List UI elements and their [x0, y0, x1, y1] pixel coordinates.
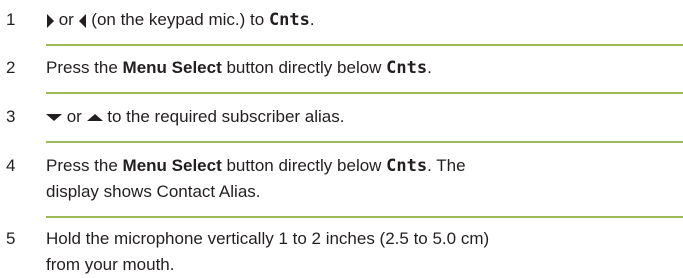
menu-select-label: Menu Select: [122, 58, 222, 77]
step-instruction: button directly below: [221, 58, 387, 77]
step-instruction: Press the: [46, 156, 123, 175]
step-line: Press the Menu Select button directly be…: [46, 153, 682, 179]
step-line: Hold the microphone vertically 1 to 2 in…: [46, 229, 490, 248]
up-arrow-icon: [86, 113, 103, 122]
step-instruction: Press the: [46, 58, 123, 77]
step-line: from your mouth.: [46, 255, 175, 274]
screen-label-cnts: Cnts: [386, 156, 428, 176]
right-arrow-icon: [46, 13, 54, 28]
end-punct: .: [427, 58, 432, 77]
or-word: or: [62, 107, 87, 126]
divider: [46, 141, 683, 143]
down-arrow-icon: [46, 113, 62, 122]
or-word: or: [54, 10, 79, 29]
step-number: 1: [6, 10, 16, 29]
step-line: display shows Contact Alias.: [46, 182, 261, 201]
screen-label-cnts: Cnts: [268, 10, 310, 30]
step-instruction: button directly below: [221, 156, 387, 175]
step-text: Hold the microphone vertically 1 to 2 in…: [46, 226, 682, 278]
end-punct: .: [309, 10, 315, 29]
screen-label-cnts: Cnts: [386, 58, 428, 78]
step-text: or to the required subscriber alias.: [46, 104, 682, 130]
step-text: or (on the keypad mic.) to Cnts.: [46, 7, 682, 33]
step-text: Press the Menu Select button directly be…: [46, 55, 682, 81]
left-arrow-icon: [78, 13, 87, 28]
step-text: Press the Menu Select button directly be…: [46, 153, 682, 205]
divider: [46, 216, 683, 218]
step-number: 3: [6, 107, 16, 126]
step-number: 4: [6, 156, 16, 175]
step-number: 2: [6, 58, 16, 77]
step-number: 5: [6, 229, 16, 248]
divider: [46, 92, 683, 94]
divider: [46, 44, 683, 46]
menu-select-label: Menu Select: [122, 156, 222, 175]
step-instruction: to the required subscriber alias.: [102, 107, 345, 126]
step-instruction: . The: [427, 156, 466, 175]
step-instruction: (on the keypad mic.) to: [86, 10, 269, 29]
